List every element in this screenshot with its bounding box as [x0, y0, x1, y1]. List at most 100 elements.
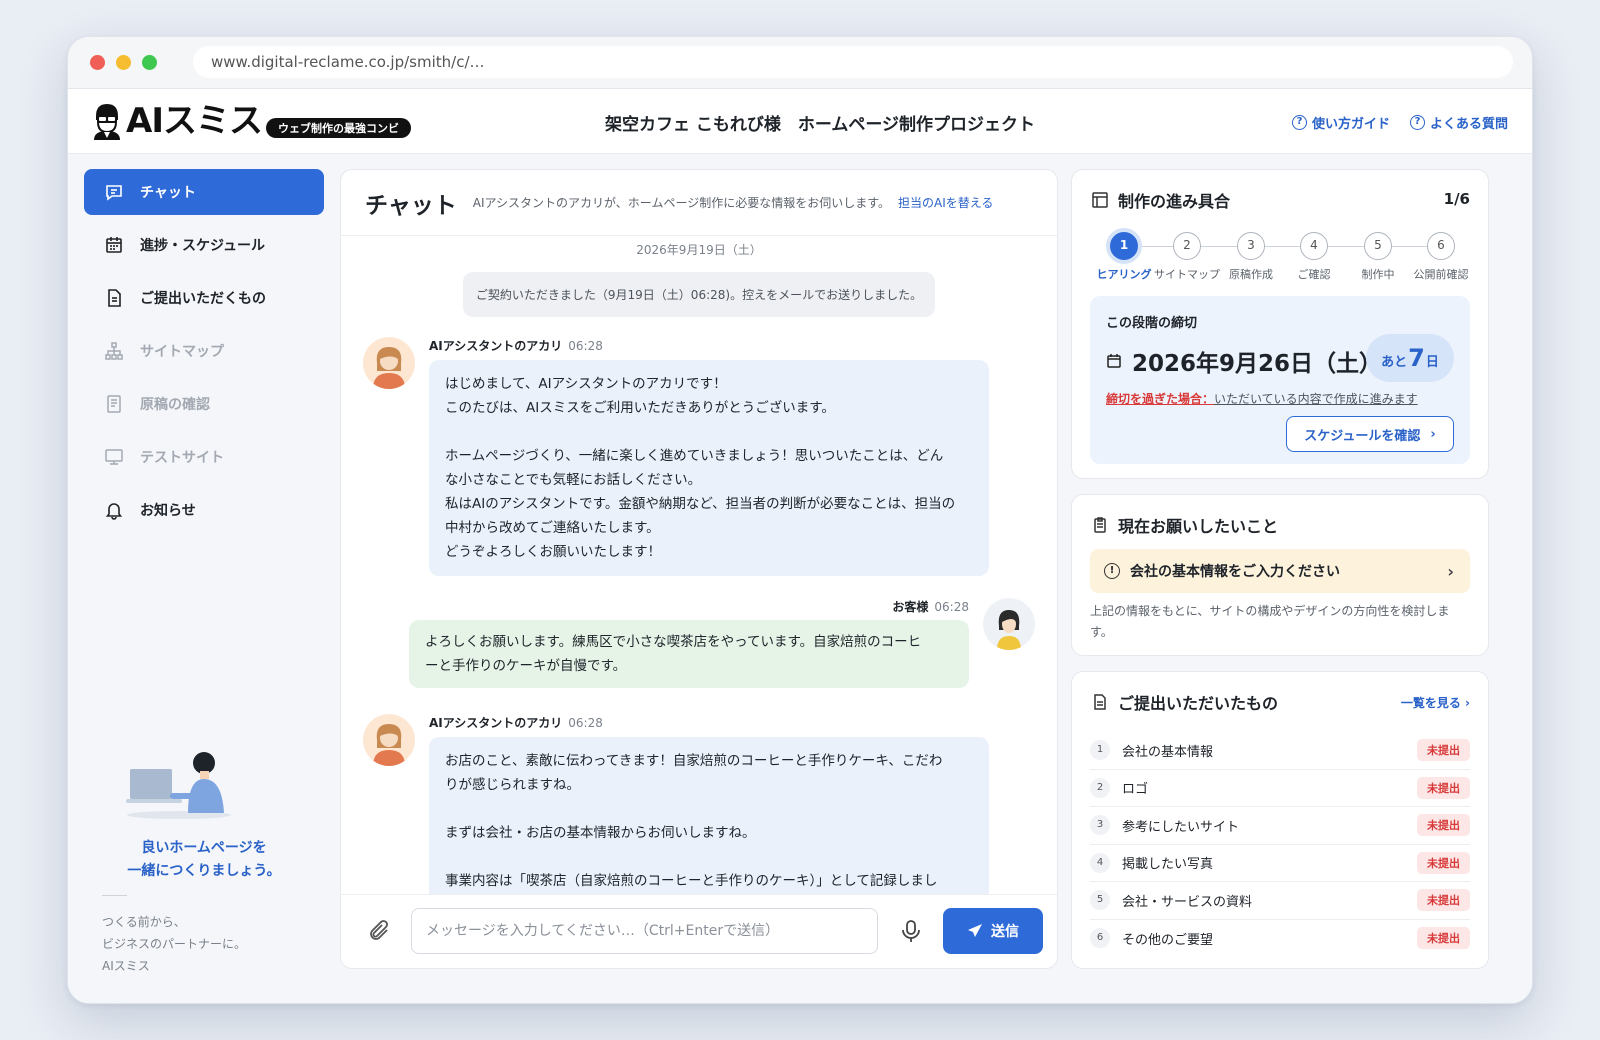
faq-link[interactable]: ? よくある質問	[1409, 113, 1508, 132]
message-line	[445, 797, 973, 821]
list-item[interactable]: 3 参考にしたいサイト 未提出	[1090, 807, 1470, 845]
schedule-button[interactable]: スケジュールを確認 ›	[1286, 416, 1454, 452]
item-label: 参考にしたいサイト	[1122, 819, 1240, 835]
list-item[interactable]: 4 掲載したい写真 未提出	[1090, 845, 1470, 882]
close-window-button[interactable]	[90, 55, 105, 70]
calendar-icon	[1107, 354, 1121, 368]
step-prelaunch[interactable]: 6 公開前確認	[1407, 232, 1475, 282]
progress-title-text: 制作の進み具合	[1118, 192, 1231, 211]
date-separator: 2026年9月19日（土）	[636, 243, 762, 257]
submissions-title: ご提出いただいたもの	[1092, 690, 1278, 714]
message-line: りが感じられますね。	[445, 777, 580, 793]
message-time: 06:28	[568, 339, 603, 353]
step-label: 公開前確認	[1413, 268, 1469, 281]
slogan-line: 一緒につくりましょう。	[127, 863, 281, 879]
sidebar-item-manuscript: 原稿の確認	[84, 381, 324, 427]
submissions-list: 1 会社の基本情報 未提出 2 ロゴ 未提出 3 参考にしたいサイト 未提出 4 掲載したい写…	[1090, 732, 1470, 957]
request-title-text: 現在お願いしたいこと	[1118, 517, 1279, 536]
progress-count: 1/6	[1443, 190, 1470, 208]
sidebar-item-submissions[interactable]: ご提出いただくもの	[84, 275, 324, 321]
message-time: 06:28	[934, 600, 969, 614]
paperclip-icon[interactable]	[367, 919, 391, 943]
status-badge: 未提出	[1417, 851, 1470, 874]
send-label: 送信	[991, 924, 1019, 940]
working-person-illustration	[124, 749, 234, 821]
step-manuscript[interactable]: 3 原稿作成	[1217, 232, 1285, 282]
maximize-window-button[interactable]	[142, 55, 157, 70]
chat-icon	[106, 185, 122, 201]
step-label: 制作中	[1361, 268, 1395, 281]
message-sender: AIアシスタントのアカリ	[429, 339, 563, 353]
message-input[interactable]: メッセージを入力してください…（Ctrl+Enterで送信）	[411, 908, 878, 954]
deadline-label: この段階の締切	[1106, 316, 1198, 331]
list-item[interactable]: 2 ロゴ 未提出	[1090, 770, 1470, 807]
layout-icon	[1092, 192, 1108, 208]
step-confirm[interactable]: 4 ご確認	[1280, 232, 1348, 282]
request-card: 現在お願いしたいこと ! 会社の基本情報をご入力ください › 上記の情報をもとに…	[1071, 494, 1489, 656]
sidebar-item-label: テストサイト	[140, 450, 224, 466]
deadline-warning: 締切を過ぎた場合：いただいている内容で作成に進みます	[1106, 390, 1418, 407]
deadline-date-text: 2026年9月26日（土）	[1132, 351, 1383, 377]
sidebar-item-chat[interactable]: チャット	[84, 169, 324, 215]
send-button[interactable]: 送信	[943, 908, 1043, 954]
slogan-line: 良いホームページを	[141, 840, 267, 856]
step-production[interactable]: 5 制作中	[1344, 232, 1412, 282]
sidebar-item-test-site: テストサイト	[84, 434, 324, 480]
step-sitemap[interactable]: 2 サイトマップ	[1153, 232, 1221, 282]
item-label: 掲載したい写真	[1122, 857, 1214, 873]
sidebar-item-schedule[interactable]: 進捗・スケジュール	[84, 222, 324, 268]
message-meta: AIアシスタントのアカリ 06:28	[429, 714, 1057, 731]
sidebar-item-label: サイトマップ	[140, 344, 224, 360]
chat-header: チャット AIアシスタントのアカリが、ホームページ制作に必要な情報をお伺いします…	[341, 170, 1057, 236]
list-item[interactable]: 5 会社・サービスの資料 未提出	[1090, 882, 1470, 920]
item-label: その他のご要望	[1122, 932, 1214, 948]
message-line: 中村から改めてご連絡いたします。	[445, 520, 660, 536]
document-icon	[1094, 694, 1106, 710]
question-icon: ?	[1409, 115, 1425, 130]
divider	[102, 895, 127, 896]
step-number: 6	[1427, 232, 1455, 260]
chat-panel: チャット AIアシスタントのアカリが、ホームページ制作に必要な情報をお伺いします…	[340, 169, 1058, 969]
remaining-prefix: あと	[1381, 355, 1408, 370]
request-item[interactable]: ! 会社の基本情報をご入力ください ›	[1090, 549, 1470, 593]
item-label: 会社の基本情報	[1122, 744, 1214, 760]
minimize-window-button[interactable]	[116, 55, 131, 70]
status-badge: 未提出	[1417, 776, 1470, 799]
footer-line: AIスミス	[102, 959, 150, 973]
message-line: どうぞよろしくお願いいたします！	[445, 544, 661, 560]
chat-title: チャット	[365, 192, 457, 219]
step-number: 1	[1110, 232, 1138, 260]
list-item[interactable]: 1 会社の基本情報 未提出	[1090, 732, 1470, 770]
item-number: 2	[1090, 777, 1110, 798]
step-hearing[interactable]: 1 ヒアリング	[1090, 232, 1158, 282]
app-body: チャット 進捗・スケジュール ご提出いただくもの サイトマップ 原稿の確認 テス…	[68, 154, 1532, 1003]
question-icon: ?	[1291, 115, 1307, 130]
browser-chrome: www.digital-reclame.co.jp/smith/c/…	[68, 37, 1532, 89]
chat-messages[interactable]: 2026年9月19日（土） ご契約いただきました（9月19日（土）06:28)。…	[341, 237, 1057, 894]
message-line: まずは会社・お店の基本情報からお伺いしますね。	[445, 825, 756, 841]
microphone-icon[interactable]	[900, 919, 922, 943]
view-all-link[interactable]: 一覧を見る ›	[1401, 694, 1470, 711]
step-label: ヒアリング	[1096, 268, 1152, 281]
message-line: ーと手作りのケーキが自慢です。	[425, 658, 627, 674]
guide-link-label: 使い方ガイド	[1311, 117, 1390, 132]
send-icon	[968, 924, 982, 937]
address-bar[interactable]: www.digital-reclame.co.jp/smith/c/…	[193, 46, 1513, 78]
step-label: 原稿作成	[1229, 268, 1273, 281]
message-line: このたびは、AIスミスをご利用いただきありがとうございます。	[445, 400, 835, 416]
step-number: 3	[1237, 232, 1265, 260]
footer-line: つくる前から、	[102, 915, 186, 929]
chat-input-bar: メッセージを入力してください…（Ctrl+Enterで送信） 送信	[341, 894, 1057, 968]
request-item-label: 会社の基本情報をご入力ください	[1130, 564, 1340, 580]
change-ai-link[interactable]: 担当のAIを替える	[898, 196, 993, 210]
list-item[interactable]: 6 その他のご要望 未提出	[1090, 920, 1470, 958]
remaining-number: 7	[1408, 344, 1425, 372]
status-badge: 未提出	[1417, 889, 1470, 912]
message-line: な小さなことでも気軽にお話しください。	[445, 472, 702, 488]
item-label: 会社・サービスの資料	[1122, 894, 1253, 910]
guide-link[interactable]: ? 使い方ガイド	[1291, 113, 1390, 132]
message-line	[445, 845, 973, 869]
sidebar-item-label: 進捗・スケジュール	[140, 238, 266, 254]
sidebar-item-notices[interactable]: お知らせ	[84, 487, 324, 533]
ai-message-bubble: お店のこと、素敵に伝わってきます！自家焙煎のコーヒーと手作りケーキ、こだわ りが…	[429, 737, 989, 894]
